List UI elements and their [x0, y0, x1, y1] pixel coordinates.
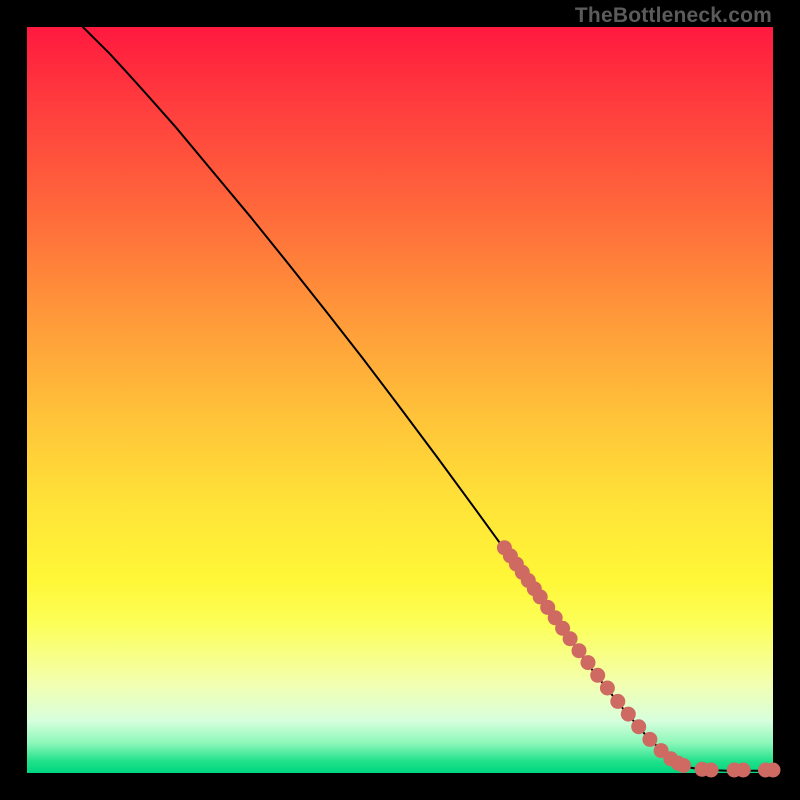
curve-line [83, 27, 773, 771]
data-point [631, 719, 646, 734]
data-point [572, 643, 587, 658]
data-point [563, 631, 578, 646]
data-point [621, 707, 636, 722]
data-points [497, 540, 781, 777]
data-point [704, 763, 719, 778]
data-point [642, 732, 657, 747]
watermark-text: TheBottleneck.com [575, 4, 772, 28]
data-point [736, 763, 751, 778]
data-point [676, 758, 691, 773]
data-point [766, 763, 781, 778]
data-point [590, 668, 605, 683]
chart-overlay [27, 27, 773, 773]
data-point [600, 681, 615, 696]
data-point [581, 655, 596, 670]
data-point [610, 694, 625, 709]
chart-frame: TheBottleneck.com [0, 0, 800, 800]
